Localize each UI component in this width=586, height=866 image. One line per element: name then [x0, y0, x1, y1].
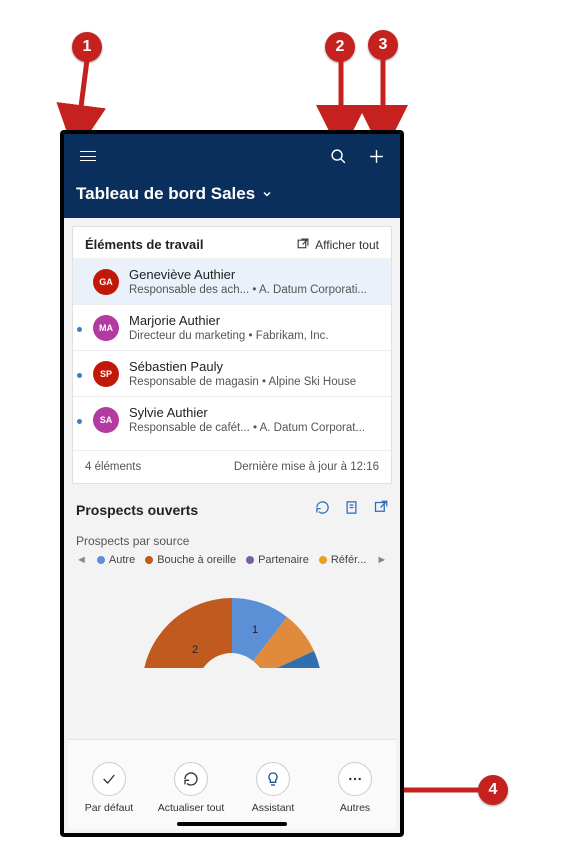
contact-subtitle: Responsable de cafét... • A. Datum Corpo… [129, 422, 381, 434]
unread-bullet [77, 419, 82, 424]
avatar: SP [93, 361, 119, 387]
legend-next[interactable]: ► [376, 554, 387, 566]
annotation-3-badge: 3 [368, 30, 398, 60]
prospects-title: Prospects ouverts [76, 502, 198, 518]
search-button[interactable] [326, 144, 350, 168]
legend-dot [319, 556, 327, 564]
page-title-text: Tableau de bord Sales [76, 184, 255, 204]
dashboard-selector[interactable]: Tableau de bord Sales [76, 184, 388, 204]
work-items-list: GA Geneviève Authier Responsable des ach..… [73, 258, 391, 442]
bottom-default-label: Par défaut [85, 802, 133, 814]
bottom-refresh-label: Actualiser tout [158, 802, 225, 814]
last-updated: Dernière mise à jour à 12:16 [234, 461, 379, 473]
work-items-card: Éléments de travail Afficher tout GA Gene… [72, 226, 392, 484]
prospects-chart: 2 1 [76, 578, 388, 668]
refresh-icon [183, 771, 199, 787]
lightbulb-icon [265, 771, 281, 787]
unread-bullet [77, 373, 82, 378]
app-header: Tableau de bord Sales [64, 134, 400, 218]
work-item-row[interactable]: MA Marjorie Authier Directeur du marketing… [73, 304, 391, 350]
chart-subtitle: Prospects par source [76, 534, 388, 548]
contact-name: Sébastien Pauly [129, 359, 381, 374]
legend-label: Bouche à oreille [157, 554, 236, 566]
prospects-section: Prospects ouverts Prospects par source ◄ [64, 484, 400, 668]
row-text: Sébastien Pauly Responsable de magasin • … [129, 359, 381, 388]
avatar: GA [93, 269, 119, 295]
avatar: SA [93, 407, 119, 433]
bottom-assistant-button[interactable]: Assistant [232, 762, 314, 814]
contact-subtitle: Responsable de magasin • Alpine Ski Hous… [129, 376, 381, 388]
bottom-refresh-button[interactable]: Actualiser tout [150, 762, 232, 814]
work-item-row[interactable]: SP Sébastien Pauly Responsable de magasin … [73, 350, 391, 396]
search-icon [330, 148, 347, 165]
contact-name: Geneviève Authier [129, 267, 381, 282]
open-icon [296, 238, 309, 251]
screen: Tableau de bord Sales Éléments de travai… [64, 134, 400, 833]
chevron-down-icon [261, 188, 273, 200]
dots-icon [347, 771, 363, 787]
bottom-more-label: Autres [340, 802, 370, 814]
svg-text:1: 1 [252, 624, 258, 636]
legend-label: Partenaire [258, 554, 309, 566]
refresh-icon [315, 500, 330, 515]
bottom-default-button[interactable]: Par défaut [68, 762, 150, 814]
plus-icon [368, 148, 385, 165]
annotation-1-arrow [76, 60, 106, 140]
contact-subtitle: Responsable des ach... • A. Datum Corpor… [129, 284, 381, 296]
view-all-label: Afficher tout [315, 238, 379, 252]
bottom-bar: Par défaut Actualiser tout Assistant Aut… [68, 739, 396, 829]
bottom-assistant-label: Assistant [252, 802, 295, 814]
legend-item[interactable]: Partenaire [246, 554, 309, 566]
annotation-3-arrow [378, 58, 398, 138]
chart-legend: ◄ Autre Bouche à oreille Partenaire Référ..… [76, 554, 388, 566]
contact-name: Marjorie Authier [129, 313, 381, 328]
legend-label: Autre [109, 554, 135, 566]
legend-dot [246, 556, 254, 564]
home-indicator [177, 822, 287, 826]
work-items-title: Éléments de travail [85, 237, 204, 252]
item-count: 4 éléments [85, 461, 141, 473]
menu-button[interactable] [76, 144, 100, 168]
work-item-row[interactable]: SA Sylvie Authier Responsable de cafét... … [73, 396, 391, 442]
avatar: MA [93, 315, 119, 341]
records-icon [344, 500, 359, 515]
row-text: Geneviève Authier Responsable des ach... … [129, 267, 381, 296]
row-text: Sylvie Authier Responsable de cafét... • … [129, 405, 381, 434]
expand-prospects-button[interactable] [373, 500, 388, 520]
annotation-2-badge: 2 [325, 32, 355, 62]
legend-item[interactable]: Bouche à oreille [145, 554, 236, 566]
annotation-1-badge: 1 [72, 32, 102, 62]
annotation-2-arrow [336, 60, 356, 140]
unread-bullet [77, 327, 82, 332]
phone-frame: Tableau de bord Sales Éléments de travai… [60, 130, 404, 837]
row-text: Marjorie Authier Directeur du marketing •… [129, 313, 381, 342]
legend-item[interactable]: Autre [97, 554, 135, 566]
contact-name: Sylvie Authier [129, 405, 381, 420]
legend-dot [145, 556, 153, 564]
bottom-more-button[interactable]: Autres [314, 762, 396, 814]
view-records-button[interactable] [344, 500, 359, 520]
svg-text:2: 2 [192, 644, 198, 656]
hamburger-icon [80, 151, 96, 161]
work-item-row[interactable]: GA Geneviève Authier Responsable des ach..… [73, 258, 391, 304]
contact-subtitle: Directeur du marketing • Fabrikam, Inc. [129, 330, 381, 342]
add-button[interactable] [364, 144, 388, 168]
refresh-prospects-button[interactable] [315, 500, 330, 520]
open-icon [373, 500, 388, 515]
check-icon [101, 771, 117, 787]
legend-item[interactable]: Référ... [319, 554, 366, 566]
legend-label: Référ... [331, 554, 366, 566]
view-all-button[interactable]: Afficher tout [296, 238, 379, 252]
legend-dot [97, 556, 105, 564]
legend-prev[interactable]: ◄ [76, 554, 87, 566]
